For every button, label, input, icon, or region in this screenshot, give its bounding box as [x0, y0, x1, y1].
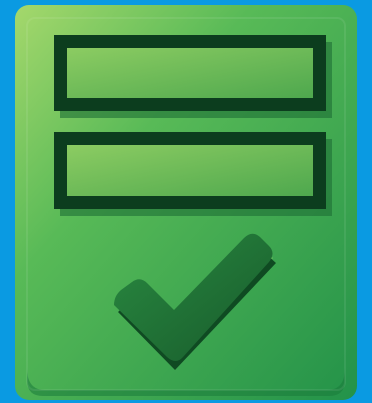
form-checkmark-icon — [0, 0, 372, 403]
field-2-fill — [67, 145, 313, 196]
field-1-fill — [67, 48, 313, 98]
form-checkmark-graphic — [15, 5, 357, 400]
